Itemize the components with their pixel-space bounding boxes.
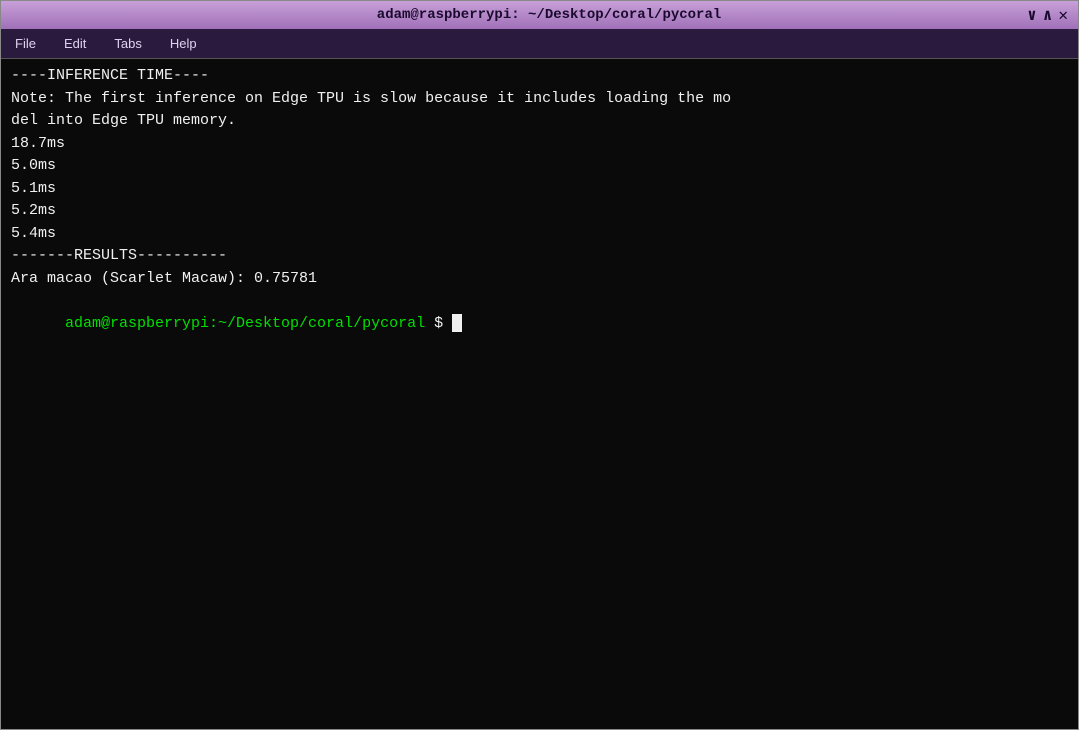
menu-help[interactable]: Help: [164, 34, 203, 53]
terminal-window: adam@raspberrypi: ~/Desktop/coral/pycora…: [0, 0, 1079, 730]
title-bar-controls: ∨ ∧ ✕: [1027, 5, 1068, 25]
terminal-line-time-4: 5.2ms: [11, 200, 1068, 223]
terminal-content[interactable]: ----INFERENCE TIME---- Note: The first i…: [1, 59, 1078, 729]
menu-tabs[interactable]: Tabs: [108, 34, 147, 53]
title-bar-text: adam@raspberrypi: ~/Desktop/coral/pycora…: [71, 7, 1027, 23]
terminal-prompt-green: adam@raspberrypi:~/Desktop/coral/pycoral: [65, 315, 425, 332]
terminal-prompt-dollar: $: [425, 315, 452, 332]
terminal-line-note-2: del into Edge TPU memory.: [11, 110, 1068, 133]
title-bar: adam@raspberrypi: ~/Desktop/coral/pycora…: [1, 1, 1078, 29]
terminal-line-note-1: Note: The first inference on Edge TPU is…: [11, 88, 1068, 111]
terminal-line-result: Ara macao (Scarlet Macaw): 0.75781: [11, 268, 1068, 291]
terminal-line-time-1: 18.7ms: [11, 133, 1068, 156]
terminal-line-results-header: -------RESULTS----------: [11, 245, 1068, 268]
title-bar-chevron-up[interactable]: ∧: [1043, 5, 1053, 25]
terminal-line-time-3: 5.1ms: [11, 178, 1068, 201]
terminal-cursor: [452, 314, 462, 332]
menu-bar: File Edit Tabs Help: [1, 29, 1078, 59]
menu-file[interactable]: File: [9, 34, 42, 53]
title-bar-chevron-down[interactable]: ∨: [1027, 5, 1037, 25]
terminal-prompt-line: adam@raspberrypi:~/Desktop/coral/pycoral…: [11, 290, 1068, 358]
terminal-line-inference-header: ----INFERENCE TIME----: [11, 65, 1068, 88]
terminal-line-time-2: 5.0ms: [11, 155, 1068, 178]
menu-edit[interactable]: Edit: [58, 34, 92, 53]
terminal-line-time-5: 5.4ms: [11, 223, 1068, 246]
title-bar-close[interactable]: ✕: [1058, 5, 1068, 25]
